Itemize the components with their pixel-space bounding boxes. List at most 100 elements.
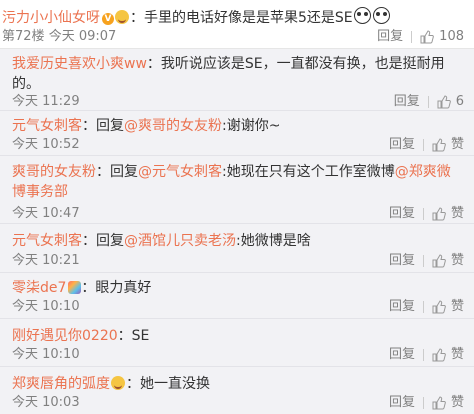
reply-text: :她微博是啥 [236,233,311,249]
emoji-icon [115,10,129,24]
reply-content: 我爱历史喜欢小爽ww：我听说应该是SE，一直都没有换，也是挺耐用的。 [12,54,464,94]
member-icon [68,281,82,294]
reply-separator: ： [146,56,161,72]
action-divider [422,397,424,409]
thumb-up-icon [432,138,446,152]
reply-time: 今天 10:21 [12,253,80,268]
like-button[interactable]: 6 [437,94,464,110]
like-button[interactable]: 108 [420,29,464,45]
like-label: 赞 [450,347,464,362]
list-item: 刚好遇见你0220：SE 今天 10:10 回复 赞 [0,319,474,367]
reply-button[interactable]: 回复 [389,299,415,315]
reply-text: 她一直没换 [140,376,210,392]
list-item: 零柒de7 ：眼力真好 今天 10:10 回复 赞 [0,273,474,319]
like-label: 6 [455,94,464,109]
reply-separator: ：回复 [82,118,124,134]
reply-username[interactable]: 郑爽唇角的弧度 [12,376,110,392]
list-item: 我爱历史喜欢小爽ww：我听说应该是SE，一直都没有换，也是挺耐用的。 今天 11… [0,49,474,111]
like-button[interactable]: 赞 [432,299,464,315]
reply-button[interactable]: 回复 [389,347,415,363]
list-item: 郑爽唇角的弧度 ：她一直没换 今天 10:03 回复 赞 [0,367,474,414]
reply-content: 爽哥的女友粉：回复@元气女刺客:她现在只有这个工作室微博@郑爽微博事务部 [12,162,464,202]
reply-username[interactable]: 元气女刺客 [12,233,82,249]
like-button[interactable]: 赞 [432,395,464,411]
reply-separator: ： [126,376,140,392]
action-divider [422,349,424,361]
action-divider [427,96,429,108]
main-comment-text: 手里的电话好像是是苹果5还是SE [144,10,353,26]
reply-time: 今天 10:47 [12,206,80,221]
main-comment-username[interactable]: 污力小小仙女呀 [2,10,100,26]
like-button[interactable]: 赞 [432,253,464,269]
reply-separator: ： [117,328,132,344]
main-comment-actions: 回复 108 [377,29,464,45]
reply-content: 郑爽唇角的弧度 ：她一直没换 [12,374,464,394]
reply-button[interactable]: 回复 [394,94,420,110]
like-button[interactable]: 赞 [432,347,464,363]
reply-actions: 回复 6 [394,94,464,110]
reply-text: :她现在只有这个工作室微博 [222,164,395,180]
main-comment-line: 污力小小仙女呀 V ：手里的电话好像是是苹果5还是SE [2,7,391,27]
reply-username[interactable]: 零柒de7 [12,280,66,296]
main-comment: 污力小小仙女呀 V ：手里的电话好像是是苹果5还是SE 第72楼 今天 09:07 … [0,0,474,49]
list-item: 爽哥的女友粉：回复@元气女刺客:她现在只有这个工作室微博@郑爽微博事务部 今天 … [0,156,474,224]
like-label: 赞 [450,137,464,152]
reply-actions: 回复 赞 [389,347,464,363]
panda-emoji-icon [353,7,371,24]
reply-text: SE [131,328,150,344]
reply-list: 我爱历史喜欢小爽ww：我听说应该是SE，一直都没有换，也是挺耐用的。 今天 11… [0,49,474,414]
reply-button[interactable]: 回复 [377,29,403,45]
reply-separator: ： [81,280,96,296]
main-comment-separator: ： [130,10,144,26]
list-item: 元气女刺客：回复@爽哥的女友粉:谢谢你~ 今天 10:52 回复 赞 [0,111,474,156]
reply-text: :谢谢你~ [222,118,281,134]
reply-mention[interactable]: @酒馆儿只卖老汤 [124,233,236,249]
thumb-up-icon [437,95,451,109]
like-count: 108 [439,29,464,44]
reply-text: 眼力真好 [95,280,152,296]
action-divider [422,255,424,267]
reply-separator: ：回复 [96,164,138,180]
reply-time: 今天 10:03 [12,395,80,410]
v-badge-icon: V [102,13,114,25]
reply-button[interactable]: 回复 [389,137,415,153]
action-divider [411,31,413,43]
floor-number: 第72楼 [2,29,45,44]
action-divider [422,301,424,313]
reply-actions: 回复 赞 [389,253,464,269]
reply-button[interactable]: 回复 [389,395,415,411]
like-label: 赞 [450,253,464,268]
reply-content: 零柒de7 ：眼力真好 [12,278,464,298]
like-button[interactable]: 赞 [432,137,464,153]
reply-content: 刚好遇见你0220：SE [12,326,464,346]
reply-actions: 回复 赞 [389,299,464,315]
reply-actions: 回复 赞 [389,395,464,411]
reply-username[interactable]: 元气女刺客 [12,118,82,134]
emoji-icon [111,376,125,390]
action-divider [422,139,424,151]
reply-time: 今天 10:10 [12,299,80,314]
reply-separator: ：回复 [82,233,124,249]
like-label: 赞 [450,299,464,314]
comment-time: 今天 09:07 [48,29,117,44]
reply-username[interactable]: 刚好遇见你0220 [12,328,118,344]
reply-mention[interactable]: @元气女刺客 [138,164,222,180]
reply-button[interactable]: 回复 [389,253,415,269]
reply-username[interactable]: 我爱历史喜欢小爽ww [12,56,147,72]
thumb-up-icon [432,348,446,362]
like-button[interactable]: 赞 [432,206,464,222]
reply-time: 今天 10:52 [12,137,80,152]
panda-emoji-icon [372,7,390,24]
reply-actions: 回复 赞 [389,206,464,222]
thumb-up-icon [432,300,446,314]
reply-button[interactable]: 回复 [389,206,415,222]
like-label: 赞 [450,395,464,410]
reply-content: 元气女刺客：回复@爽哥的女友粉:谢谢你~ [12,116,464,136]
reply-actions: 回复 赞 [389,137,464,153]
comment-thread: 污力小小仙女呀 V ：手里的电话好像是是苹果5还是SE 第72楼 今天 09:07 … [0,0,474,414]
reply-content: 元气女刺客：回复@酒馆儿只卖老汤:她微博是啥 [12,231,464,251]
reply-mention[interactable]: @爽哥的女友粉 [124,118,222,134]
reply-time: 今天 10:10 [12,347,80,362]
like-label: 赞 [450,206,464,221]
reply-username[interactable]: 爽哥的女友粉 [12,164,96,180]
